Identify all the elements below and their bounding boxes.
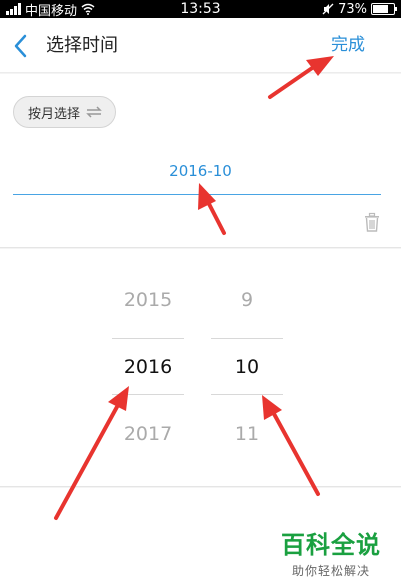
watermark: 百科全说 助你轻松解决 (275, 525, 387, 579)
status-right: 73% (322, 0, 397, 18)
done-button[interactable]: 完成 (331, 18, 365, 73)
date-picker[interactable]: 2015 2016 2017 9 10 11 (0, 249, 401, 487)
mode-toggle-label: 按月选择 (28, 106, 81, 122)
app-bar: 选择时间 完成 (0, 18, 401, 73)
date-input-panel: 按月选择 2016-10 (0, 74, 401, 248)
page-title: 选择时间 (46, 35, 118, 56)
month-option-prev[interactable]: 9 (211, 289, 283, 311)
year-option-prev[interactable]: 2015 (112, 289, 184, 311)
month-wheel[interactable]: 9 10 11 (211, 249, 283, 487)
date-input-underline (13, 194, 381, 195)
watermark-subtitle: 助你轻松解决 (291, 564, 370, 578)
month-selection-line-top (211, 338, 283, 339)
year-selection-line-top (112, 338, 184, 339)
month-option-next[interactable]: 11 (211, 423, 283, 445)
mute-icon (322, 3, 334, 15)
swap-arrows-icon (86, 106, 102, 118)
battery-percent: 73% (338, 1, 367, 17)
trash-icon[interactable] (363, 212, 381, 232)
year-option-next[interactable]: 2017 (112, 423, 184, 445)
selected-date-value[interactable]: 2016-10 (0, 162, 401, 180)
battery-icon (371, 3, 397, 15)
watermark-title: 百科全说 (281, 531, 381, 559)
battery-fill (373, 5, 388, 13)
select-by-month-toggle[interactable]: 按月选择 (13, 96, 116, 128)
month-option-selected[interactable]: 10 (211, 356, 283, 378)
status-bar: 中国移动 13:53 73% (0, 0, 401, 19)
year-selection-line-bottom (112, 394, 184, 395)
year-option-selected[interactable]: 2016 (112, 356, 184, 378)
month-selection-line-bottom (211, 394, 283, 395)
chevron-left-icon[interactable] (10, 32, 32, 60)
year-wheel[interactable]: 2015 2016 2017 (112, 249, 184, 487)
